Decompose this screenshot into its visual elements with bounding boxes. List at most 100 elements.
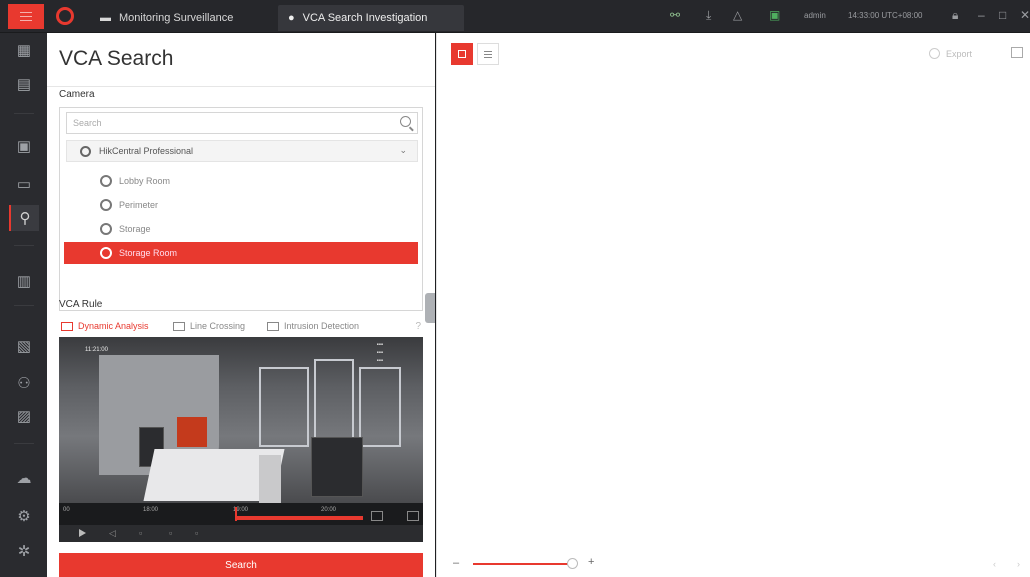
camera-icon — [100, 247, 112, 259]
zoom-in-icon[interactable]: + — [588, 556, 594, 568]
video-timeline[interactable]: 00 18:00 19:00 20:00 — [59, 503, 423, 525]
search-placeholder: Search — [73, 118, 102, 128]
close-icon[interactable]: ✕ — [1020, 8, 1030, 22]
export-label: Export — [946, 48, 973, 59]
video-timestamp: 11:21:00 — [85, 347, 108, 353]
zoom-out-icon[interactable]: – — [453, 557, 459, 569]
globe-icon — [80, 146, 91, 157]
fullscreen-button[interactable] — [407, 511, 419, 521]
search-button[interactable]: Search — [59, 553, 423, 577]
nav-system-icon[interactable]: ✲ — [9, 538, 39, 564]
nav-cloud-icon[interactable]: ☁ — [9, 465, 39, 491]
current-user[interactable]: admin — [804, 11, 826, 20]
camera-label: Camera — [59, 89, 95, 100]
camera-item-storage-room[interactable]: Storage Room — [64, 242, 418, 264]
vca-search-panel: VCA Search Camera Search HikCentral Prof… — [47, 33, 435, 577]
nav-dashboard-icon[interactable]: ▤ — [9, 71, 39, 97]
flight-case — [311, 437, 363, 497]
notification-icon[interactable]: △ — [733, 8, 742, 22]
camera-name: Storage — [119, 224, 151, 234]
page-title: VCA Search — [59, 47, 174, 70]
status-monitor-icon[interactable]: ▣ — [769, 8, 780, 22]
volume-icon[interactable]: ◁ — [109, 528, 119, 538]
tab-monitoring-surveillance[interactable]: ▬ Monitoring Surveillance — [92, 5, 272, 31]
system-time: 14:33:00 UTC+08:00 — [848, 11, 923, 20]
camera-name: Lobby Room — [119, 176, 171, 186]
title-divider — [47, 86, 435, 87]
nav-image-icon[interactable]: ▣ — [9, 133, 39, 159]
collapse-panel-handle[interactable] — [425, 293, 435, 323]
main-menu-button[interactable] — [8, 4, 44, 29]
video-osd: ▪▪▪ ▪▪▪ ▪▪▪ — [376, 342, 383, 364]
export-button[interactable]: Export — [929, 48, 972, 59]
popout-icon[interactable] — [1011, 47, 1023, 58]
camera-name: Perimeter — [119, 200, 159, 210]
chevron-down-icon[interactable]: ⌄ — [399, 145, 407, 156]
zoom-slider-track[interactable] — [473, 563, 573, 565]
export-icon — [929, 48, 940, 59]
play-icon[interactable] — [79, 529, 86, 537]
nav-divider — [14, 305, 34, 306]
shelf — [259, 367, 309, 447]
maximize-icon[interactable]: □ — [999, 8, 1006, 22]
zoom-slider-handle[interactable] — [567, 558, 578, 569]
camera-name: Storage Room — [119, 248, 178, 258]
tab-label: Monitoring Surveillance — [119, 12, 234, 24]
red-box — [177, 417, 207, 447]
minimize-icon[interactable]: – — [978, 8, 985, 22]
intrusion-detection-icon — [267, 321, 279, 331]
camera-item-lobby-room[interactable]: Lobby Room — [100, 170, 170, 192]
side-navigation: ▦ ▤ ▣ ▭ ⚲ ▥ ▧ ⚇ ▨ ☁ ⚙ ✲ — [0, 33, 47, 577]
rule-label: Intrusion Detection — [284, 321, 360, 331]
vca-rule-tabs: Dynamic Analysis Line Crossing Intrusion… — [61, 321, 423, 335]
shelf — [359, 367, 401, 447]
nav-report-icon[interactable]: ▧ — [9, 333, 39, 359]
camera-icon — [100, 175, 112, 187]
nav-maintenance-icon[interactable]: ⚙ — [9, 503, 39, 529]
rule-label: Line Crossing — [190, 321, 246, 331]
camera-item-perimeter[interactable]: Perimeter — [100, 194, 158, 216]
timeline-tick: 00 — [63, 507, 70, 513]
camera-item-storage[interactable]: Storage — [100, 218, 151, 240]
rule-label: Dynamic Analysis — [78, 321, 149, 331]
snapshot-icon[interactable]: ▫ — [139, 528, 149, 538]
camera-icon — [100, 223, 112, 235]
clip-icon[interactable]: ▫ — [169, 528, 179, 538]
nav-document-icon[interactable]: ▨ — [9, 403, 39, 429]
download-icon[interactable]: ⤓ — [706, 8, 711, 23]
rule-tab-intrusion-detection[interactable]: Intrusion Detection — [267, 321, 359, 331]
search-icon[interactable] — [400, 116, 411, 127]
page-prev-icon[interactable]: ‹ — [993, 559, 996, 569]
tab-vca-search-investigation[interactable]: ● VCA Search Investigation — [278, 5, 464, 31]
camera-icon — [100, 199, 112, 211]
nav-video-icon[interactable]: ▭ — [9, 171, 39, 197]
nav-home-icon[interactable]: ▦ — [9, 37, 39, 63]
timeline-zoom-button[interactable] — [371, 511, 383, 521]
nav-search-icon[interactable]: ⚲ — [9, 205, 39, 231]
bulb-icon: ● — [288, 12, 295, 24]
lock-icon[interactable]: 🔒︎ — [952, 8, 958, 23]
rule-tab-line-crossing[interactable]: Line Crossing — [173, 321, 245, 331]
camera-search-input[interactable]: Search — [66, 112, 418, 134]
rule-tab-dynamic-analysis[interactable]: Dynamic Analysis — [61, 321, 149, 331]
desk-side — [259, 455, 281, 503]
nav-person-icon[interactable]: ⚇ — [9, 370, 39, 396]
network-icon[interactable]: ⚯ — [670, 8, 680, 22]
video-player[interactable]: 11:21:00 ▪▪▪ ▪▪▪ ▪▪▪ 00 18:00 19:00 20:00 … — [59, 337, 423, 542]
nav-map-icon[interactable]: ▥ — [9, 268, 39, 294]
tab-label: VCA Search Investigation — [302, 12, 428, 24]
results-area: Export – + ‹ › — [436, 33, 1030, 577]
nav-divider — [14, 443, 34, 444]
help-icon[interactable]: ? — [415, 321, 421, 332]
thumbnail-view-button[interactable] — [451, 43, 473, 65]
vca-rule-label: VCA Rule — [59, 299, 103, 310]
timeline-playhead[interactable] — [235, 507, 237, 521]
group-label: HikCentral Professional — [99, 146, 194, 156]
speed-icon[interactable]: ▫ — [195, 528, 205, 538]
timeline-tick: 18:00 — [143, 507, 159, 513]
camera-group[interactable]: HikCentral Professional ⌄ — [66, 140, 418, 162]
page-next-icon[interactable]: › — [1017, 559, 1020, 569]
app-logo — [56, 7, 74, 25]
top-bar: ▬ Monitoring Surveillance ● VCA Search I… — [0, 0, 1030, 33]
list-view-button[interactable] — [477, 43, 499, 65]
